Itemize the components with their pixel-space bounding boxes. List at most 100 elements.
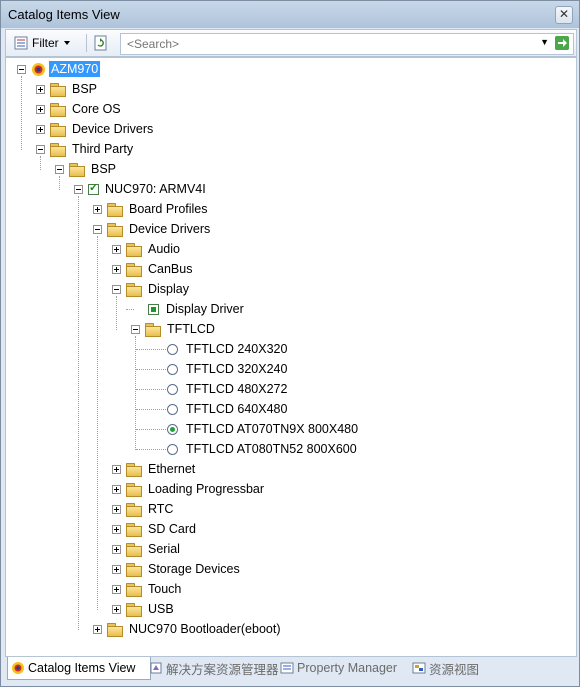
folder-icon: [50, 122, 66, 137]
property-manager-icon: [280, 662, 294, 674]
folder-icon: [126, 562, 142, 577]
radio-icon[interactable]: [167, 443, 178, 455]
folder-icon: [126, 602, 142, 617]
expand-toggle[interactable]: [112, 244, 121, 254]
tree-item-label: Storage Devices: [148, 562, 240, 576]
filter-label: Filter: [32, 36, 59, 50]
tree-item-loading-progressbar[interactable]: Loading Progressbar: [112, 480, 266, 498]
go-arrow-icon[interactable]: [555, 36, 569, 50]
toolbar: Filter ▼: [5, 29, 577, 57]
tree-item-audio[interactable]: Audio: [112, 240, 182, 258]
tree-root-label: AZM970: [49, 61, 101, 77]
tree-item-board-profiles[interactable]: Board Profiles: [93, 200, 210, 218]
tree-root[interactable]: AZM970: [17, 60, 101, 78]
tree-item-label: Third Party: [72, 142, 134, 156]
collapse-toggle[interactable]: [17, 64, 26, 74]
expand-toggle[interactable]: [112, 464, 121, 474]
folder-icon: [126, 502, 142, 517]
collapse-toggle[interactable]: [74, 184, 83, 194]
tree-item-core-os[interactable]: Core OS: [36, 100, 123, 118]
tree-item-storage-devices[interactable]: Storage Devices: [112, 560, 242, 578]
tree-item-label: BSP: [91, 162, 117, 176]
radio-selected-icon[interactable]: [167, 423, 178, 435]
tree-item-bsp[interactable]: BSP: [36, 80, 99, 98]
folder-icon: [50, 102, 66, 117]
tree-item-canbus[interactable]: CanBus: [112, 260, 194, 278]
tree-item-tftlcd-at070tn9x[interactable]: TFTLCD AT070TN9X 800X480: [167, 420, 360, 438]
expand-toggle[interactable]: [93, 204, 102, 214]
tree-item-label: Display Driver: [166, 302, 244, 316]
radio-icon[interactable]: [167, 363, 178, 375]
collapse-toggle[interactable]: [36, 144, 45, 154]
tree-item-touch[interactable]: Touch: [112, 580, 183, 598]
expand-toggle[interactable]: [93, 624, 102, 634]
tree-item-label: USB: [148, 602, 174, 616]
collapse-toggle[interactable]: [93, 224, 102, 234]
tree-item-label: Touch: [148, 582, 182, 596]
tab-solution-explorer[interactable]: 解决方案资源管理器: [146, 657, 282, 679]
tree-item-device-drivers[interactable]: Device Drivers: [36, 120, 155, 138]
tab-label: 资源视图: [429, 662, 480, 677]
folder-icon: [126, 282, 142, 297]
tree-item-ethernet[interactable]: Ethernet: [112, 460, 197, 478]
tree-item-bsp-sub[interactable]: BSP: [55, 160, 118, 178]
filter-button[interactable]: Filter: [14, 34, 71, 52]
tab-property-manager[interactable]: Property Manager: [277, 657, 400, 679]
expand-toggle[interactable]: [112, 584, 121, 594]
tree-item-nuc970[interactable]: NUC970: ARMV4I: [74, 180, 208, 198]
expand-toggle[interactable]: [112, 484, 121, 494]
search-input[interactable]: [125, 35, 529, 53]
tree-item-label: TFTLCD 480X272: [186, 382, 288, 396]
tree-item-label: RTC: [148, 502, 174, 516]
tree-item-label: TFTLCD: [167, 322, 215, 336]
radio-icon[interactable]: [167, 403, 178, 415]
tree-item-tftlcd-320x240[interactable]: TFTLCD 320X240: [167, 360, 289, 378]
tree-item-display-driver[interactable]: Display Driver: [148, 300, 246, 318]
component-included-icon[interactable]: [148, 303, 159, 315]
tree-item-bootloader[interactable]: NUC970 Bootloader(eboot): [93, 620, 282, 638]
folder-icon: [126, 482, 142, 497]
tree-item-sd-card[interactable]: SD Card: [112, 520, 198, 538]
expand-toggle[interactable]: [36, 104, 45, 114]
close-button[interactable]: ✕: [555, 6, 573, 24]
tree-item-serial[interactable]: Serial: [112, 540, 182, 558]
expand-toggle[interactable]: [36, 84, 45, 94]
tree-item-tftlcd-240x320[interactable]: TFTLCD 240X320: [167, 340, 289, 358]
expand-toggle[interactable]: [112, 504, 121, 514]
tree-item-display[interactable]: Display: [112, 280, 191, 298]
search-dropdown-icon[interactable]: ▼: [540, 37, 549, 47]
expand-toggle[interactable]: [112, 524, 121, 534]
radio-icon[interactable]: [167, 383, 178, 395]
tree-item-usb[interactable]: USB: [112, 600, 176, 618]
tree-item-tftlcd-480x272[interactable]: TFTLCD 480X272: [167, 380, 289, 398]
tree-item-label: BSP: [72, 82, 98, 96]
tab-catalog-items-view[interactable]: Catalog Items View: [7, 657, 151, 680]
expand-toggle[interactable]: [112, 564, 121, 574]
folder-icon: [126, 462, 142, 477]
folder-icon: [126, 522, 142, 537]
tree-item-label: Board Profiles: [129, 202, 208, 216]
expand-toggle[interactable]: [112, 604, 121, 614]
tree-item-tftlcd-at080tn52[interactable]: TFTLCD AT080TN52 800X600: [167, 440, 359, 458]
tree-item-label: Device Drivers: [72, 122, 154, 136]
expand-toggle[interactable]: [112, 544, 121, 554]
tree-item-label: NUC970 Bootloader(eboot): [129, 622, 281, 636]
expand-toggle[interactable]: [112, 264, 121, 274]
tree-item-label: TFTLCD 240X320: [186, 342, 288, 356]
tree-item-label: Loading Progressbar: [148, 482, 265, 496]
tree-item-third-party[interactable]: Third Party: [36, 140, 135, 158]
collapse-toggle[interactable]: [55, 164, 64, 174]
expand-toggle[interactable]: [36, 124, 45, 134]
platform-icon: [32, 62, 45, 76]
collapse-toggle[interactable]: [112, 284, 121, 294]
tree-item-device-drivers-sub[interactable]: Device Drivers: [93, 220, 212, 238]
tree-item-tftlcd-640x480[interactable]: TFTLCD 640X480: [167, 400, 289, 418]
checkbox-checked-icon[interactable]: [88, 181, 99, 195]
tree-item-tftlcd[interactable]: TFTLCD: [131, 320, 217, 338]
tree-item-rtc[interactable]: RTC: [112, 500, 175, 518]
window-title: Catalog Items View: [8, 7, 120, 22]
collapse-toggle[interactable]: [131, 324, 140, 334]
tab-resource-view[interactable]: 资源视图: [409, 657, 482, 679]
radio-icon[interactable]: [167, 343, 178, 355]
refresh-icon[interactable]: [92, 34, 110, 52]
